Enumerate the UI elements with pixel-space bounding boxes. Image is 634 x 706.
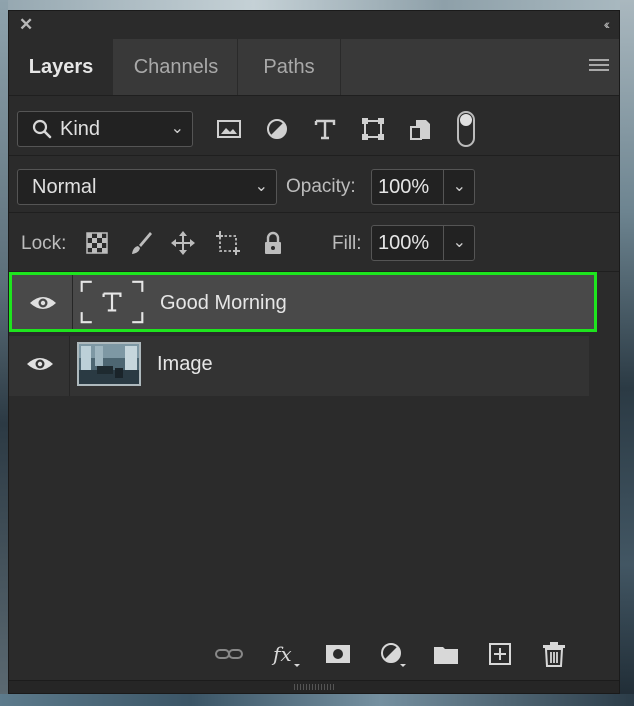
divider (443, 226, 444, 260)
panel-footer-toolbar: fx (9, 633, 619, 673)
blend-mode-value: Normal (32, 176, 97, 198)
search-icon (32, 119, 52, 139)
background-window-left (0, 0, 8, 706)
background-window-bottom (0, 694, 634, 706)
visibility-eye-icon[interactable] (28, 293, 58, 313)
visibility-eye-icon[interactable] (25, 354, 55, 374)
new-adjustment-layer-icon[interactable] (377, 639, 407, 669)
filter-kind-label: Kind (60, 118, 101, 140)
chevron-down-icon[interactable]: ⌄ (453, 170, 466, 204)
fill-value[interactable]: 100% (378, 226, 429, 260)
collapse-panel-icon[interactable]: ‹‹ (604, 16, 611, 32)
panel-tab-bar: Layers Channels Paths (9, 39, 619, 96)
lock-image-pixels-icon[interactable] (127, 229, 155, 257)
grip-handle[interactable] (294, 684, 334, 690)
add-layer-mask-icon[interactable] (323, 639, 353, 669)
toggle-knob (460, 114, 472, 126)
panel-resize-grip[interactable] (9, 680, 619, 693)
divider (72, 275, 73, 329)
image-layer-thumbnail (77, 342, 141, 386)
lock-all-icon[interactable] (259, 229, 287, 257)
tab-paths[interactable]: Paths (238, 39, 341, 95)
chevron-down-icon[interactable]: ⌄ (453, 226, 466, 260)
opacity-label: Opacity: (286, 176, 356, 197)
shape-filter-icon[interactable] (359, 115, 387, 143)
smart-object-filter-icon[interactable] (407, 115, 435, 143)
lock-artboard-icon[interactable] (214, 229, 242, 257)
layer-row-image[interactable]: Image (9, 336, 589, 396)
chevron-down-icon: ⌄ (170, 120, 184, 137)
divider (443, 170, 444, 204)
blend-row: Normal ⌄ Opacity: 100% ⌄ (9, 156, 619, 212)
blend-mode-select[interactable]: Normal ⌄ (17, 169, 277, 205)
opacity-value[interactable]: 100% (378, 170, 429, 204)
close-icon[interactable]: ✕ (19, 16, 33, 34)
new-layer-icon[interactable] (485, 639, 515, 669)
layer-list: Good Morning Image (9, 272, 619, 632)
new-group-folder-icon[interactable] (431, 639, 461, 669)
image-filter-icon[interactable] (215, 115, 243, 143)
adjustment-filter-icon[interactable] (263, 115, 291, 143)
panel-menu-icon[interactable] (589, 59, 609, 73)
background-window-top (0, 0, 634, 10)
layer-row-good-morning[interactable]: Good Morning (9, 272, 597, 332)
layers-panel: ✕ ‹‹ Layers Channels Paths Kind ⌄ Normal… (8, 10, 620, 694)
lock-position-icon[interactable] (169, 229, 197, 257)
chevron-down-icon: ⌄ (254, 178, 268, 195)
filter-toggle-switch[interactable] (457, 111, 475, 147)
background-window-right (620, 0, 634, 706)
filter-kind-select[interactable]: Kind ⌄ (17, 111, 193, 147)
filter-row: Kind ⌄ (9, 95, 619, 155)
tab-layers[interactable]: Layers (9, 39, 113, 95)
type-filter-icon[interactable] (311, 115, 339, 143)
layer-style-fx-icon[interactable]: fx (271, 639, 301, 669)
layer-name[interactable]: Good Morning (160, 275, 287, 331)
tab-channels[interactable]: Channels (115, 39, 238, 95)
link-layers-icon[interactable] (214, 639, 244, 669)
delete-layer-trash-icon[interactable] (539, 639, 569, 669)
panel-titlebar: ✕ ‹‹ (9, 11, 619, 39)
text-layer-thumbnail-icon (80, 280, 144, 324)
lock-label: Lock: (21, 233, 67, 254)
lock-transparent-pixels-icon[interactable] (83, 229, 111, 257)
svg-text:fx: fx (271, 642, 292, 666)
divider (69, 336, 70, 396)
lock-row: Lock: Fill: 100% ⌄ (9, 213, 619, 271)
opacity-field[interactable]: 100% ⌄ (371, 169, 475, 205)
fill-field[interactable]: 100% ⌄ (371, 225, 475, 261)
layer-name[interactable]: Image (157, 336, 213, 392)
fill-label: Fill: (332, 233, 362, 254)
